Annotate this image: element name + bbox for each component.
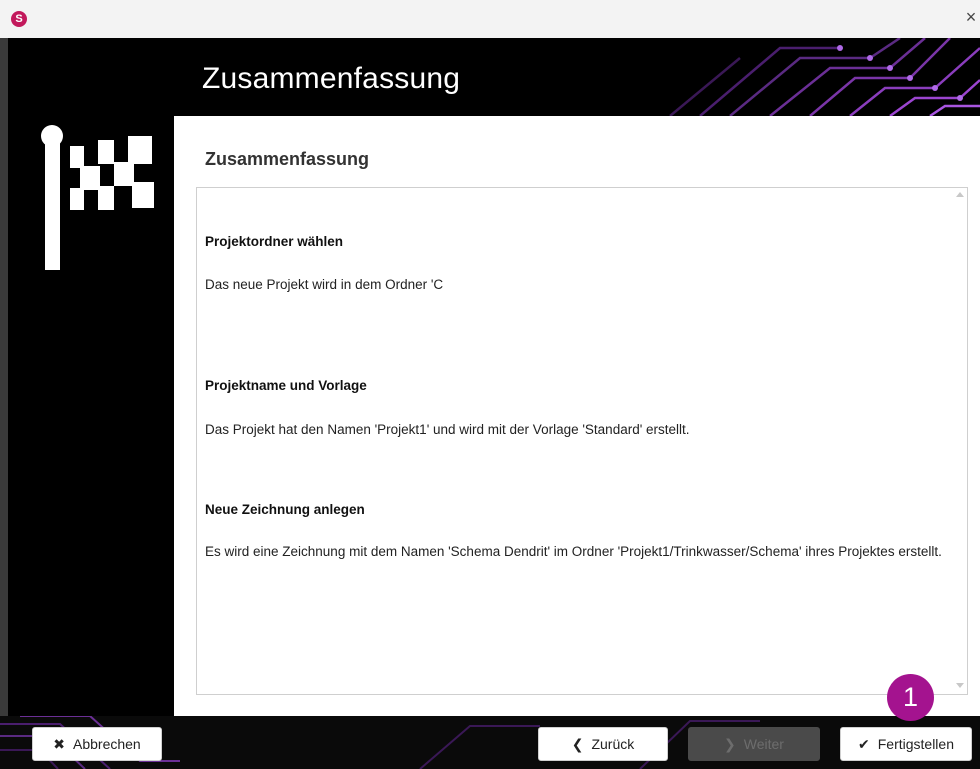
scroll-down-arrow-icon[interactable]	[956, 683, 964, 688]
summary-text-drawing: Es wird eine Zeichnung mit dem Namen 'Sc…	[205, 544, 942, 559]
cancel-x-icon: ✖	[53, 735, 65, 752]
summary-text-name: Das Projekt hat den Namen 'Projekt1' und…	[205, 422, 690, 437]
summary-heading-name: Projektname und Vorlage	[205, 378, 367, 393]
section-title: Zusammenfassung	[205, 149, 370, 169]
finish-flag-icon	[41, 125, 154, 270]
finish-button[interactable]: ✔ Fertigstellen	[840, 727, 972, 761]
summary-text-area[interactable]: Projektordner wählen Das neue Projekt wi…	[196, 187, 968, 695]
finish-button-label: Fertigstellen	[877, 736, 954, 752]
chevron-right-icon: ❯	[724, 735, 736, 752]
back-button[interactable]: ❮ Zurück	[538, 727, 668, 761]
page-header-title: Zusammenfassung	[202, 62, 461, 95]
summary-heading-drawing: Neue Zeichnung anlegen	[205, 502, 365, 517]
step-annotation-badge: 1	[887, 674, 934, 721]
cancel-button[interactable]: ✖ Abbrechen	[32, 727, 162, 761]
close-icon[interactable]: ×	[962, 6, 980, 28]
summary-text-folder: Das neue Projekt wird in dem Ordner 'C	[205, 277, 444, 292]
cancel-button-label: Abbrechen	[73, 736, 141, 752]
title-bar: S ×	[0, 0, 980, 38]
summary-heading-folder: Projektordner wählen	[205, 234, 344, 249]
back-button-label: Zurück	[591, 736, 635, 752]
chevron-left-icon: ❮	[571, 735, 584, 752]
scrollbar[interactable]	[953, 188, 967, 694]
window-edge	[0, 38, 8, 769]
next-button[interactable]: ❯ Weiter	[688, 727, 820, 761]
next-button-label: Weiter	[743, 736, 784, 752]
scroll-up-arrow-icon[interactable]	[956, 192, 964, 197]
circuit-decoration	[669, 38, 980, 116]
app-logo-icon: S	[11, 11, 27, 27]
checkmark-icon: ✔	[858, 735, 870, 752]
